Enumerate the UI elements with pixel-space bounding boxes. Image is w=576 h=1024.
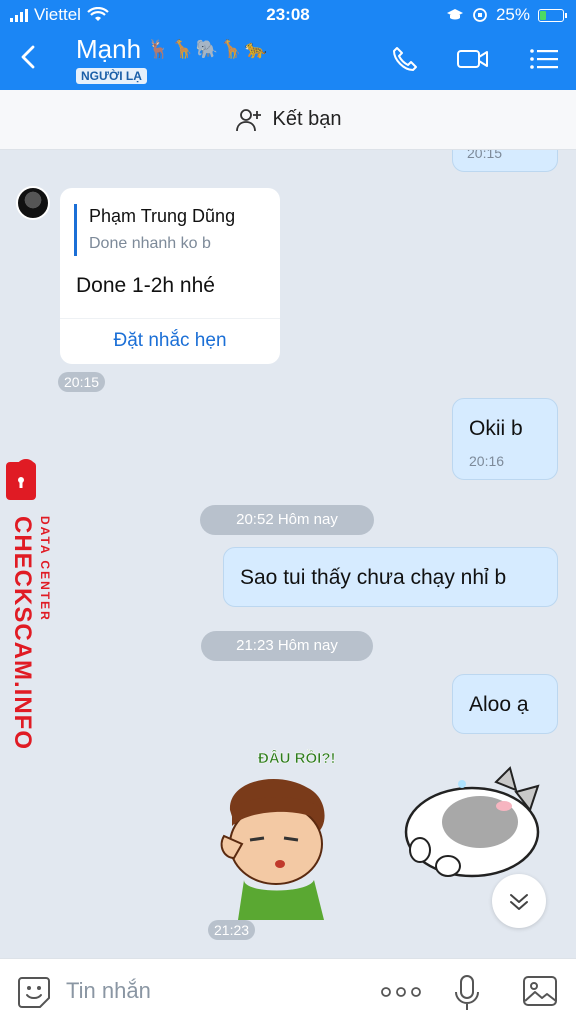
date-divider: 21:23 Hôm nay (201, 631, 373, 661)
back-arrow-icon[interactable] (14, 42, 44, 72)
add-friend-label: Kết bạn (272, 108, 342, 130)
more-options-icon[interactable] (380, 987, 422, 997)
sticker-icon[interactable] (16, 974, 52, 1010)
message-text: Aloo ạ (469, 693, 529, 716)
add-friend-bar[interactable]: Kết bạn (0, 90, 576, 150)
message-time: 20:15 (467, 150, 503, 161)
cat-sticker-image (400, 762, 550, 882)
stranger-badge: NGƯỜI LẠ (76, 68, 147, 84)
image-icon[interactable] (522, 974, 558, 1008)
message-text: Sao tui thấy chưa chạy nhỉ b (240, 566, 507, 589)
graduation-cap-icon (446, 9, 463, 20)
chat-header: Viettel 23:08 25% Mạnh 🦌🦒🐘🦒🐆 NGƯỜI LẠ (0, 0, 576, 90)
message-text: Okii b (469, 417, 523, 440)
date-divider: 20:52 Hôm nay (200, 505, 374, 535)
reply-text: Done 1-2h nhé (76, 274, 215, 297)
quote-text: Done nhanh ko b (89, 235, 211, 252)
incoming-reply-message[interactable]: Phạm Trung Dũng Done nhanh ko b Done 1-2… (60, 188, 280, 364)
scroll-to-bottom-button[interactable] (492, 874, 546, 928)
watermark-text: CHECKSCAM.INFO (9, 516, 36, 750)
message-time: 20:16 (469, 453, 505, 469)
quote-author: Phạm Trung Dũng (89, 206, 236, 226)
sticker-message[interactable]: ĐÂU RỒI?! (208, 750, 348, 920)
quoted-message[interactable]: Phạm Trung Dũng Done nhanh ko b (74, 204, 235, 256)
message-time: 20:15 (58, 372, 106, 392)
contact-info[interactable]: Mạnh 🦌🦒🐘🦒🐆 NGƯỜI LẠ (76, 34, 269, 85)
microphone-icon[interactable] (452, 974, 482, 1012)
name-decoration: 🦌🦒🐘🦒🐆 (147, 39, 270, 59)
battery-percent: 25% (495, 5, 530, 24)
avatar[interactable] (16, 186, 50, 220)
menu-icon[interactable] (528, 44, 562, 74)
outgoing-message[interactable]: Sao tui thấy chưa chạy nhỉ b (223, 547, 558, 607)
outgoing-message[interactable]: Aloo ạ (452, 674, 558, 734)
lock-icon (6, 459, 36, 500)
sticker-caption: ĐÂU RỒI?! (258, 750, 336, 768)
orientation-lock-icon (473, 8, 487, 22)
message-input[interactable]: Tin nhắn (66, 978, 151, 1004)
battery-icon (538, 8, 567, 22)
watermark-subtext: DATA CENTER (38, 516, 52, 622)
watermark: CHECKSCAM.INFO DATA CENTER (2, 458, 62, 750)
message-time: 21:23 (208, 920, 256, 940)
set-reminder-button[interactable]: Đặt nhắc hẹn (60, 330, 280, 352)
outgoing-message[interactable]: Okii b 20:16 (452, 398, 558, 480)
contact-name: Mạnh (76, 34, 142, 64)
add-friend-icon (235, 108, 261, 131)
status-bar: Viettel 23:08 25% (0, 4, 576, 28)
message-input-bar: Tin nhắn (0, 958, 576, 1024)
phone-icon[interactable] (388, 44, 422, 74)
boy-sticker-image (220, 779, 325, 920)
video-call-icon[interactable] (456, 44, 490, 74)
message-partial[interactable]: 20:15 (452, 150, 558, 172)
message-list[interactable]: 20:15 Phạm Trung Dũng Done nhanh ko b Do… (0, 150, 576, 958)
chevron-down-icon (510, 894, 528, 910)
